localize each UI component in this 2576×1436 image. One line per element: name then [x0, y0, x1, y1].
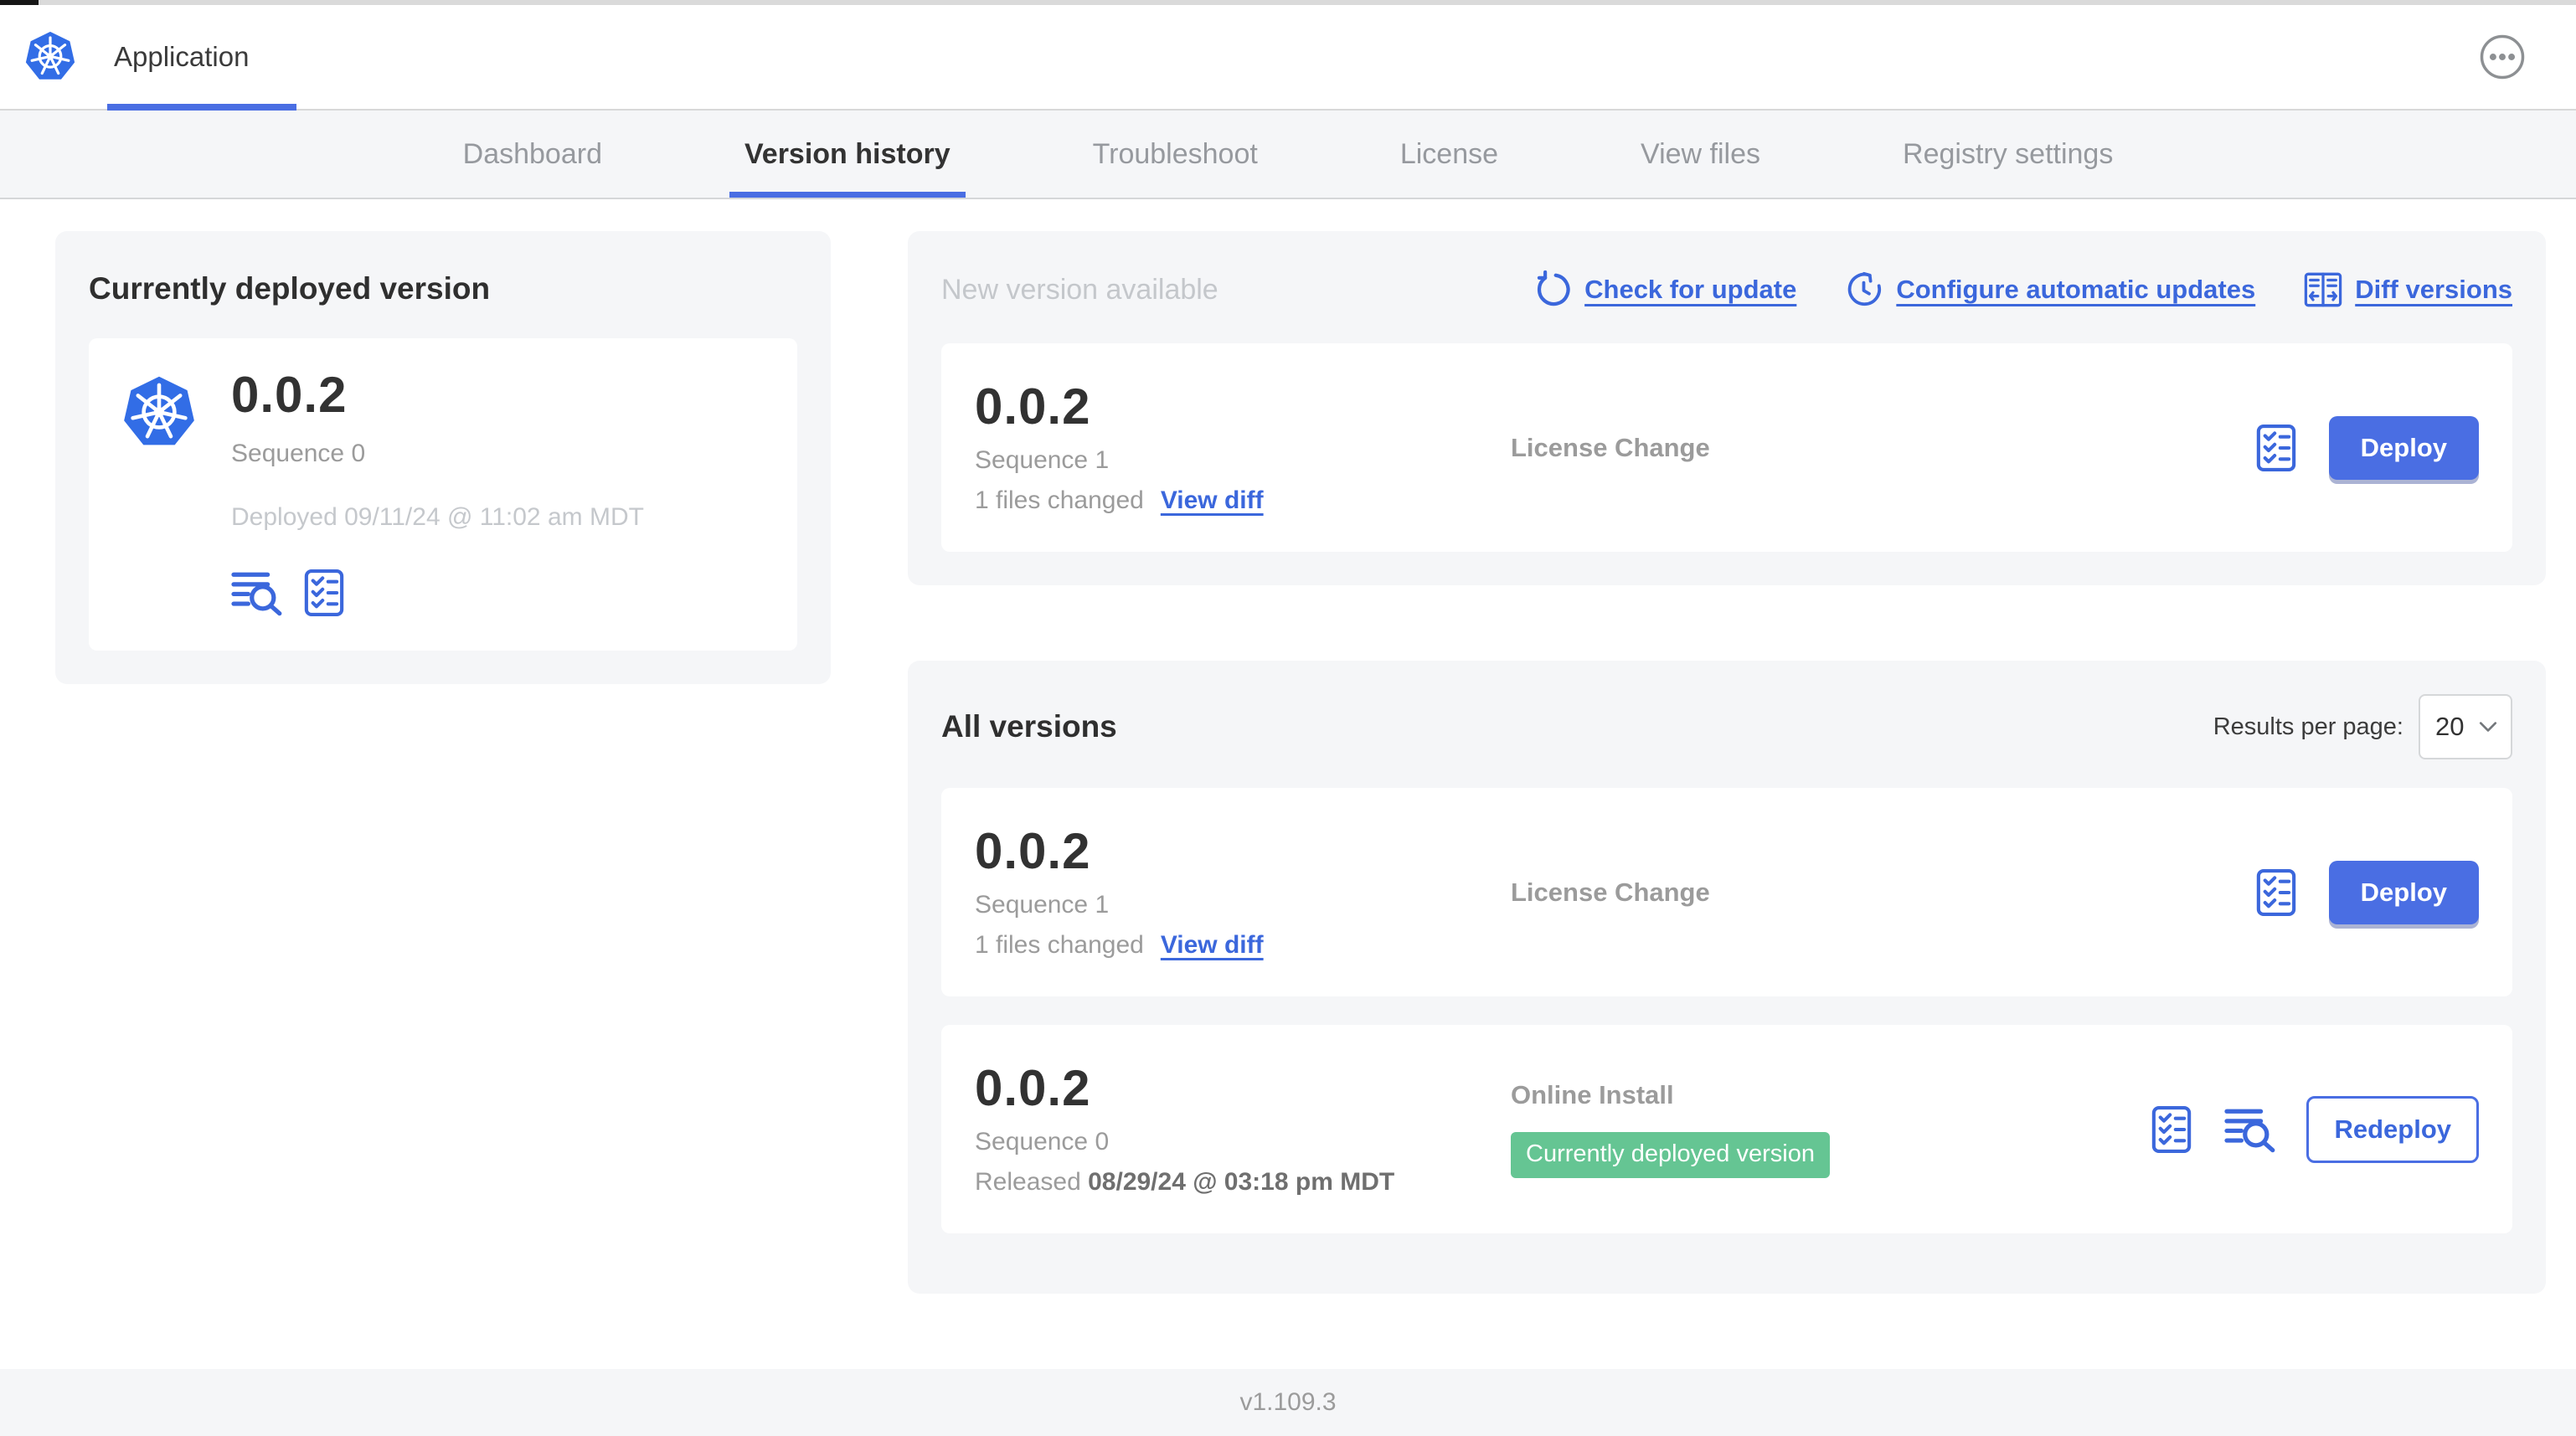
deployed-version-info: 0.0.2 Sequence 0 Deployed 09/11/24 @ 11:… [231, 368, 644, 617]
version-number: 0.0.2 [975, 823, 1091, 879]
tab-version-history[interactable]: Version history [729, 111, 966, 198]
deployed-sequence: Sequence 0 [231, 440, 366, 467]
redeploy-button[interactable]: Redeploy [2306, 1095, 2479, 1163]
results-per-page-label: Results per page: [2213, 713, 2403, 740]
deploy-button[interactable]: Deploy [2328, 860, 2479, 924]
new-version-card: New version available Check for update C… [908, 231, 2546, 585]
version-info: 0.0.2 Sequence 0 Released 08/29/24 @ 03:… [975, 1062, 1511, 1197]
deployed-timestamp: Deployed 09/11/24 @ 11:02 am MDT [231, 503, 644, 531]
preflight-checks-button[interactable] [2252, 868, 2300, 917]
check-for-update-link[interactable]: Check for update [1533, 270, 1796, 309]
version-source: License Change [1511, 432, 1710, 462]
tab-troubleshoot[interactable]: Troubleshoot [1093, 111, 1258, 198]
app-header: Application [0, 5, 2576, 111]
kubernetes-logo-icon [121, 373, 198, 452]
version-history-column: New version available Check for update C… [908, 231, 2546, 1294]
app-title-active-underline [107, 104, 296, 111]
results-per-page: Results per page: 20 [2213, 694, 2512, 759]
app-brand: Application [23, 5, 249, 109]
diff-icon [2304, 272, 2342, 307]
version-number: 0.0.2 [975, 1060, 1091, 1116]
diff-versions-link[interactable]: Diff versions [2304, 270, 2512, 309]
preflight-checklist-icon [2252, 868, 2300, 917]
logs-icon [2224, 1105, 2278, 1154]
all-versions-title: All versions [941, 709, 1117, 744]
version-sequence: Sequence 1 [975, 891, 1110, 919]
preflight-checks-button[interactable] [2147, 1105, 2196, 1154]
app-footer: v1.109.3 [0, 1369, 2576, 1436]
all-versions-card: All versions Results per page: 20 0.0.2 … [908, 661, 2546, 1294]
deployed-actions [231, 569, 644, 617]
view-logs-button[interactable] [231, 569, 285, 617]
currently-deployed-badge: Currently deployed version [1511, 1132, 1830, 1178]
version-source: License Change [1511, 877, 1710, 907]
released-prefix: Released [975, 1168, 1081, 1196]
view-diff-link[interactable]: View diff [1161, 486, 1264, 515]
refresh-icon [1537, 270, 1570, 306]
version-source: Online Install [1511, 1080, 1674, 1109]
preflight-checks-button[interactable] [2252, 424, 2300, 472]
version-sequence: Sequence 1 [975, 446, 1110, 474]
files-changed-line: 1 files changed View diff [975, 486, 1511, 515]
view-preflights-button[interactable] [300, 569, 348, 617]
tab-bar: Dashboard Version history Troubleshoot L… [0, 111, 2576, 199]
results-per-page-select[interactable]: 20 [2419, 694, 2512, 759]
main-content: Currently deployed version 0.0.2 Sequenc… [0, 199, 2576, 1294]
deploy-button[interactable]: Deploy [2328, 415, 2479, 480]
preflight-checklist-icon [2252, 424, 2300, 472]
released-date: 08/29/24 @ 03:18 pm MDT [1088, 1168, 1395, 1196]
view-diff-link[interactable]: View diff [1161, 931, 1264, 960]
version-row: 0.0.2 Sequence 0 Released 08/29/24 @ 03:… [941, 1025, 2512, 1233]
logs-icon [231, 569, 285, 617]
new-version-row: 0.0.2 Sequence 1 1 files changed View di… [941, 343, 2512, 552]
configure-automatic-updates-link[interactable]: Configure automatic updates [1845, 270, 2255, 309]
files-changed-count: 1 files changed [975, 486, 1144, 514]
diff-versions-label: Diff versions [2355, 275, 2512, 304]
all-versions-header: All versions Results per page: 20 [941, 694, 2512, 759]
new-version-header: New version available Check for update C… [941, 265, 2512, 315]
deployed-version-card: 0.0.2 Sequence 0 Deployed 09/11/24 @ 11:… [89, 338, 797, 651]
configure-automatic-updates-label: Configure automatic updates [1896, 275, 2256, 304]
version-info: 0.0.2 Sequence 1 1 files changed View di… [975, 380, 1511, 515]
tab-view-files[interactable]: View files [1641, 111, 1760, 198]
circled-ellipsis-icon [2480, 34, 2525, 80]
version-info: 0.0.2 Sequence 1 1 files changed View di… [975, 825, 1511, 960]
console-version: v1.109.3 [1239, 1388, 1337, 1416]
kubernetes-logo-icon [24, 30, 76, 81]
version-row-actions: Redeploy [2147, 1095, 2479, 1163]
version-actions: Check for update Configure automatic upd… [1533, 270, 2512, 309]
version-sequence: Sequence 0 [975, 1128, 1110, 1155]
preflight-checklist-icon [2147, 1105, 2196, 1154]
files-changed-line: 1 files changed View diff [975, 931, 1511, 960]
app-title[interactable]: Application [114, 41, 249, 73]
version-row-actions: Deploy [2252, 860, 2479, 924]
results-per-page-value: 20 [2435, 712, 2465, 741]
files-changed-count: 1 files changed [975, 931, 1144, 959]
released-line: Released 08/29/24 @ 03:18 pm MDT [975, 1168, 1511, 1197]
version-row-actions: Deploy [2252, 415, 2479, 480]
tab-registry-settings[interactable]: Registry settings [1903, 111, 2113, 198]
clock-refresh-icon [1848, 271, 1882, 306]
check-for-update-label: Check for update [1584, 275, 1797, 304]
version-source-block: Online Install Currently deployed versio… [1511, 1080, 2147, 1178]
new-version-title: New version available [941, 273, 1218, 306]
tab-dashboard[interactable]: Dashboard [463, 111, 602, 198]
currently-deployed-panel: Currently deployed version 0.0.2 Sequenc… [55, 231, 831, 684]
tab-license[interactable]: License [1400, 111, 1498, 198]
version-number: 0.0.2 [975, 378, 1091, 435]
more-menu-button[interactable] [2479, 33, 2526, 80]
version-row: 0.0.2 Sequence 1 1 files changed View di… [941, 788, 2512, 996]
view-logs-button[interactable] [2224, 1105, 2278, 1154]
chevron-down-icon [2479, 722, 2497, 732]
deployed-version-number: 0.0.2 [231, 367, 348, 423]
currently-deployed-title: Currently deployed version [89, 271, 491, 306]
preflight-checklist-icon [300, 569, 348, 617]
